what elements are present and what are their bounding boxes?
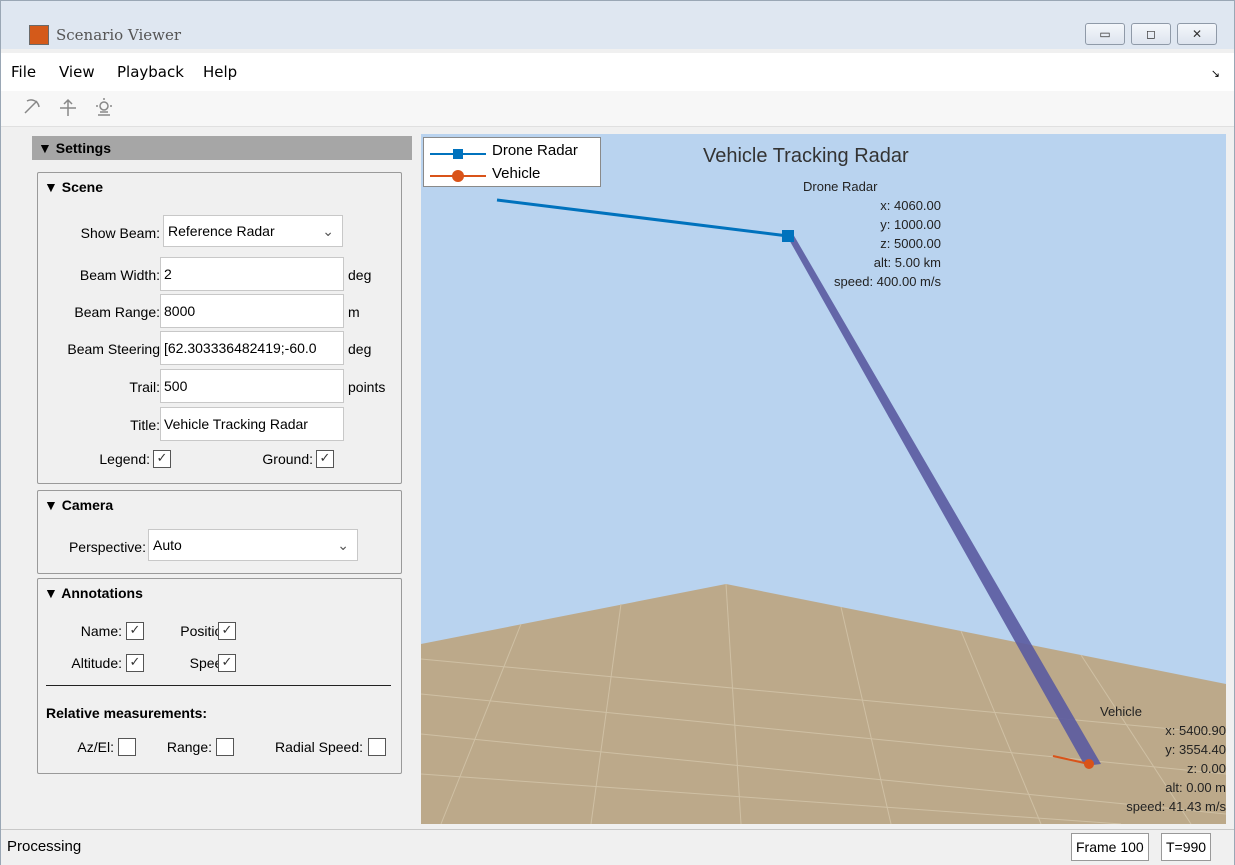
menu-file[interactable]: File <box>11 63 36 81</box>
radar-trail <box>496 198 789 238</box>
maximize-button[interactable]: ◻ <box>1131 23 1171 45</box>
trail-field[interactable]: 500 <box>160 369 344 403</box>
title-field[interactable]: Vehicle Tracking Radar <box>160 407 344 441</box>
beam-steering-field[interactable]: [62.303336482419;-60.0 <box>160 331 344 365</box>
beam-width-field[interactable]: 2 <box>160 257 344 291</box>
vehicle-anno-alt: alt: 0.00 m <box>1165 780 1226 795</box>
trail-unit: points <box>348 379 386 395</box>
status-text: Processing <box>7 838 82 855</box>
minimize-button[interactable]: ▭ <box>1085 23 1125 45</box>
position-checkbox[interactable]: ✓ <box>218 622 236 640</box>
status-bar: Processing Frame 100 T=990 <box>1 829 1234 865</box>
beam-width-label: Beam Width: <box>79 267 160 283</box>
radial-speed-label: Radial Speed: <box>275 739 363 755</box>
radar-anno-alt: alt: 5.00 km <box>873 255 941 270</box>
beam-range-field[interactable]: 8000 <box>160 294 344 328</box>
legend-checkbox[interactable]: ✓ <box>153 450 171 468</box>
scene-group: ▼ Scene Show Beam: Reference Radar ⌄ Bea… <box>37 172 402 484</box>
menu-help[interactable]: Help <box>203 63 237 81</box>
toolbar <box>1 91 1234 127</box>
vehicle-anno-y: y: 3554.40 <box>1165 742 1226 757</box>
plot-legend[interactable]: Drone Radar Vehicle <box>423 137 601 187</box>
name-checkbox[interactable]: ✓ <box>126 622 144 640</box>
camera-group: ▼ Camera Perspective: Auto ⌄ <box>37 490 402 574</box>
radar-anno-speed: speed: 400.00 m/s <box>834 274 941 289</box>
annotations-group-title[interactable]: ▼ Annotations <box>44 585 143 601</box>
radial-speed-checkbox[interactable] <box>368 738 386 756</box>
time-indicator: T=990 <box>1161 833 1212 861</box>
undock-icon[interactable]: ↘ <box>1211 67 1220 80</box>
radar-anno-name: Drone Radar <box>803 179 878 194</box>
matlab-logo-icon <box>29 25 49 45</box>
legend-swatches <box>430 149 486 182</box>
altitude-checkbox[interactable]: ✓ <box>126 654 144 672</box>
vehicle-anno-name: Vehicle <box>1100 704 1142 719</box>
ground-checkbox[interactable]: ✓ <box>316 450 334 468</box>
chevron-down-icon: ⌄ <box>322 223 334 239</box>
vehicle-anno-z: z: 0.00 <box>1186 761 1226 776</box>
annotations-group: ▼ Annotations Name: ✓ Position: ✓ Altitu… <box>37 578 402 774</box>
perspective-select[interactable]: Auto ⌄ <box>148 529 358 561</box>
legend-entry-radar: Drone Radar <box>492 142 578 159</box>
menu-view[interactable]: View <box>59 63 95 81</box>
perspective-label: Perspective: <box>68 539 146 555</box>
window-title: Scenario Viewer <box>56 26 182 44</box>
vehicle-anno-speed: speed: 41.43 m/s <box>1126 799 1226 814</box>
range-label: Range: <box>166 739 212 755</box>
radar-anno-y: y: 1000.00 <box>880 217 941 232</box>
title-label: Title: <box>130 417 160 433</box>
show-beam-select[interactable]: Reference Radar ⌄ <box>163 215 343 247</box>
radar-anno-x: x: 4060.00 <box>880 198 941 213</box>
plot-title: Vehicle Tracking Radar <box>703 145 909 167</box>
beam-width-unit: deg <box>348 267 372 283</box>
show-beam-label: Show Beam: <box>80 225 160 241</box>
settings-header[interactable]: ▼ Settings <box>32 136 412 160</box>
beam-range-unit: m <box>348 304 360 320</box>
title-bar: Scenario Viewer ▭ ◻ ✕ <box>1 1 1234 49</box>
camera-group-title[interactable]: ▼ Camera <box>44 497 113 513</box>
menu-playback[interactable]: Playback <box>117 63 184 81</box>
vehicle-annotation: Vehicle x: 5400.90 y: 3554.40 z: 0.00 al… <box>1076 702 1226 816</box>
beam-steering-label: Beam Steering <box>67 341 160 357</box>
menu-bar: File View Playback Help ↘ <box>1 53 1234 91</box>
settings-panel: ▼ Settings ▼ Scene Show Beam: Reference … <box>28 134 413 779</box>
ground-label: Ground: <box>262 451 313 467</box>
altitude-label: Altitude: <box>71 655 122 671</box>
name-label: Name: <box>80 623 122 639</box>
perspective-value: Auto <box>153 537 182 553</box>
beam-steering-unit: deg <box>348 341 372 357</box>
pan-icon[interactable] <box>57 97 79 119</box>
legend-entry-vehicle: Vehicle <box>492 165 541 182</box>
speed-checkbox[interactable]: ✓ <box>218 654 236 672</box>
frame-indicator: Frame 100 <box>1071 833 1149 861</box>
rotate-icon[interactable] <box>21 97 43 119</box>
radar-anno-z: z: 5000.00 <box>880 236 941 251</box>
light-icon[interactable] <box>93 97 115 119</box>
range-checkbox[interactable] <box>216 738 234 756</box>
radar-annotation: Drone Radar x: 4060.00 y: 1000.00 z: 500… <box>781 177 941 291</box>
scene-group-title[interactable]: ▼ Scene <box>44 179 103 195</box>
scenario-viewer-window: Scenario Viewer ▭ ◻ ✕ File View Playback… <box>0 0 1235 865</box>
vehicle-anno-x: x: 5400.90 <box>1165 723 1226 738</box>
trail-label: Trail: <box>129 379 160 395</box>
legend-label: Legend: <box>99 451 150 467</box>
azel-checkbox[interactable] <box>118 738 136 756</box>
azel-label: Az/El: <box>77 739 114 755</box>
chevron-down-icon: ⌄ <box>337 537 349 553</box>
show-beam-value: Reference Radar <box>168 223 275 239</box>
relative-measurements-title: Relative measurements: <box>46 705 208 721</box>
close-button[interactable]: ✕ <box>1177 23 1217 45</box>
beam-range-label: Beam Range: <box>74 304 160 320</box>
divider <box>46 685 391 686</box>
